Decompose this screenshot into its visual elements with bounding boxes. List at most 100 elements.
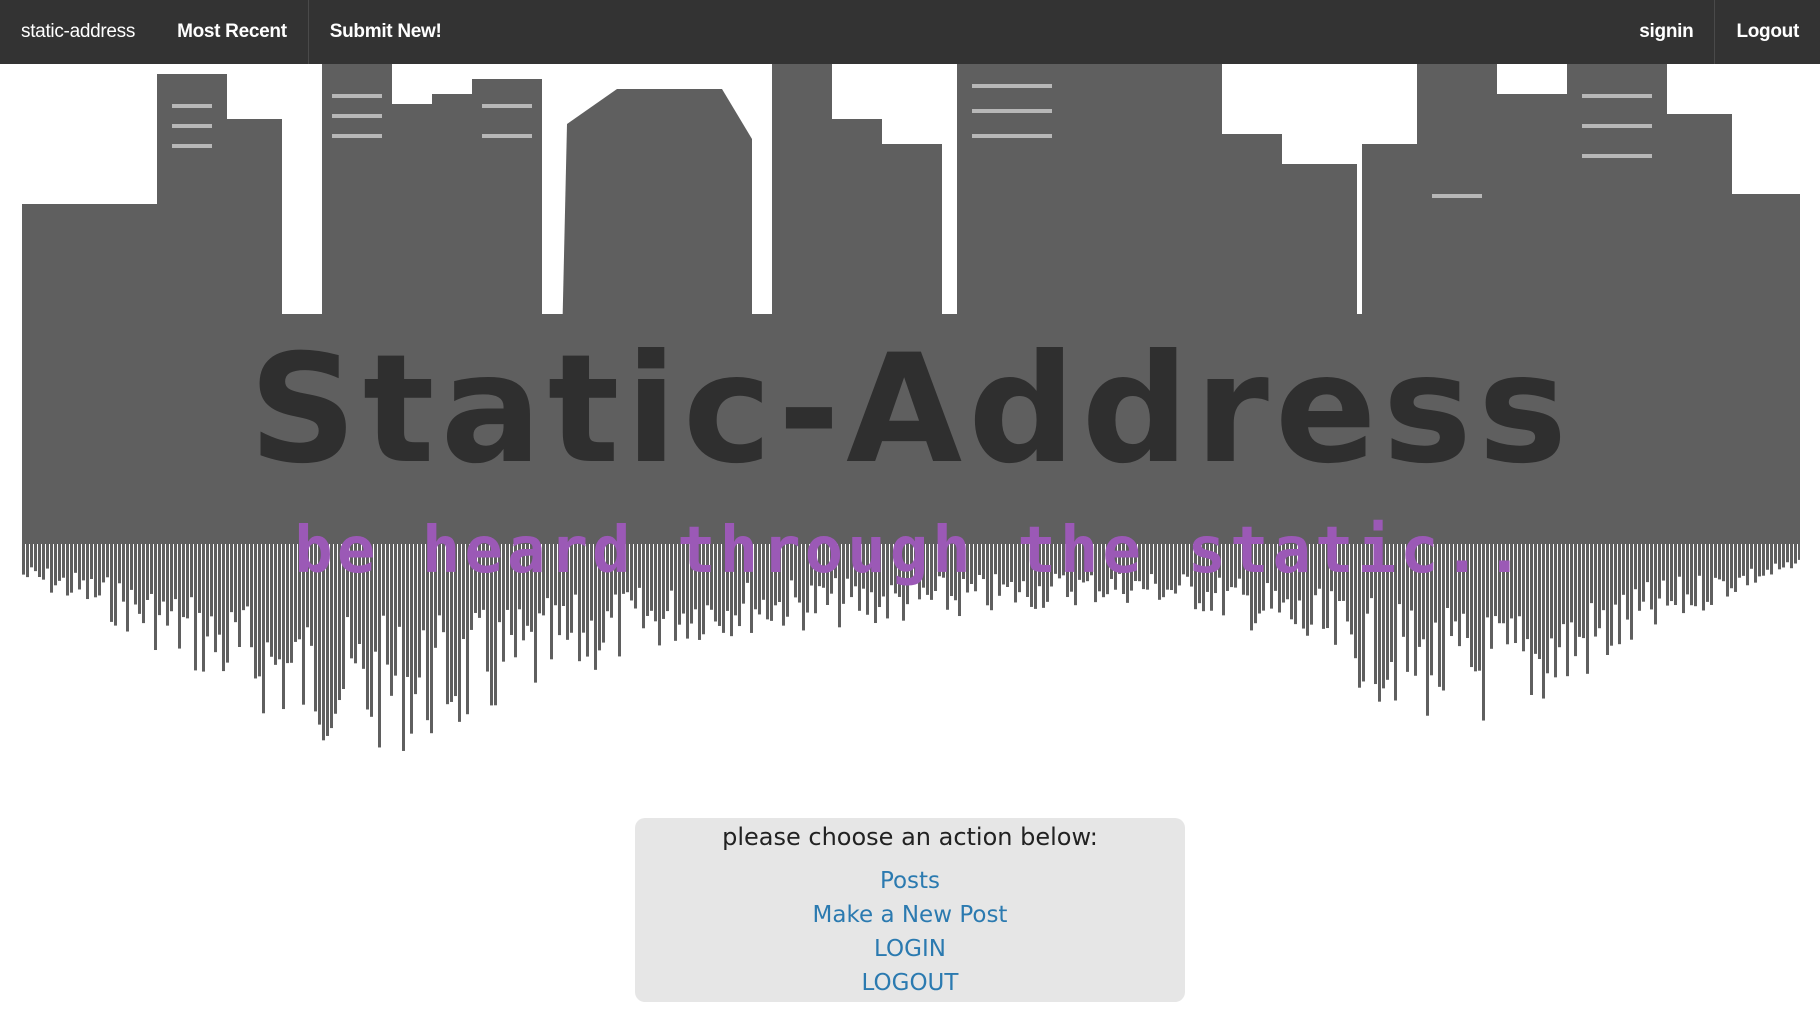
waveform-bar xyxy=(1574,534,1577,657)
waveform-bar xyxy=(1726,534,1729,597)
waveform-bar xyxy=(1590,534,1593,604)
waveform-bar xyxy=(1778,534,1781,570)
waveform-bar xyxy=(254,534,257,679)
waveform-bar xyxy=(90,534,93,580)
action-prompt: please choose an action below: xyxy=(722,823,1098,851)
waveform-bar xyxy=(1798,534,1800,560)
skyline-graphic: Static-Address be heard through the stat… xyxy=(22,64,1800,751)
waveform-bar xyxy=(1554,534,1557,678)
navbar-right: signin Logout xyxy=(1618,0,1820,64)
new-post-link[interactable]: Make a New Post xyxy=(635,898,1185,932)
waveform-bar xyxy=(1714,534,1717,578)
waveform-bar xyxy=(186,534,189,619)
waveform-bar xyxy=(1534,534,1537,654)
waveform-bar xyxy=(1586,534,1589,674)
waveform-bar xyxy=(162,534,165,602)
waveform-bar xyxy=(1618,534,1621,645)
waveform-bar xyxy=(1706,534,1709,602)
nav-logout[interactable]: Logout xyxy=(1715,0,1820,64)
waveform-bar xyxy=(250,534,253,648)
top-navbar: static-address Most Recent Submit New! s… xyxy=(0,0,1820,64)
waveform-bar xyxy=(1566,534,1569,677)
waveform-bar xyxy=(198,534,201,613)
waveform-bar xyxy=(86,534,89,600)
waveform-bar xyxy=(1658,534,1661,599)
waveform-bar xyxy=(78,534,81,590)
brand-link[interactable]: static-address xyxy=(0,0,156,64)
waveform-bar xyxy=(1662,534,1665,581)
waveform-bar xyxy=(46,534,49,569)
waveform-bar xyxy=(1774,534,1777,564)
waveform-bar xyxy=(154,534,157,651)
waveform-bar xyxy=(122,534,125,602)
waveform-bar xyxy=(1626,534,1629,620)
waveform-bar xyxy=(278,534,281,660)
waveform-bar xyxy=(174,534,177,600)
waveform-bar xyxy=(1734,534,1737,592)
nav-submit-new[interactable]: Submit New! xyxy=(307,0,463,64)
waveform-bar xyxy=(1606,534,1609,655)
waveform-bar xyxy=(1742,534,1745,576)
waveform-bar xyxy=(1650,534,1653,610)
waveform-bar xyxy=(1602,534,1605,611)
waveform-bar xyxy=(178,534,181,649)
waveform-bar xyxy=(150,534,153,594)
waveform-bar xyxy=(1654,534,1657,625)
waveform-bar xyxy=(1570,534,1573,623)
waveform-bar xyxy=(1754,534,1757,583)
waveform-bar xyxy=(1614,534,1617,605)
posts-link[interactable]: Posts xyxy=(635,864,1185,898)
waveform-bar xyxy=(274,534,277,665)
waveform-bar xyxy=(1670,534,1673,602)
waveform-bar xyxy=(94,534,97,598)
nav-most-recent[interactable]: Most Recent xyxy=(156,0,308,64)
waveform-bar xyxy=(102,534,105,583)
nav-signin[interactable]: signin xyxy=(1618,0,1716,64)
waveform-bar xyxy=(290,534,293,663)
waveform-bar xyxy=(66,534,69,596)
waveform-bar xyxy=(1758,534,1761,577)
waveform-bar xyxy=(1786,534,1789,563)
waveform-bar xyxy=(26,534,29,578)
waveform-bar xyxy=(114,534,117,626)
waveform-bar xyxy=(1630,534,1633,640)
waveform-bar xyxy=(1694,534,1697,607)
waveform-bar xyxy=(1762,534,1765,576)
waveform-bar xyxy=(38,534,41,578)
waveform-bar xyxy=(142,534,145,624)
waveform-bar xyxy=(286,534,289,664)
waveform-bar xyxy=(1682,534,1685,614)
waveform-bar xyxy=(166,534,169,626)
waveform-bar xyxy=(1610,534,1613,646)
waveform-bar xyxy=(238,534,241,648)
waveform-bar xyxy=(42,534,45,580)
waveform-bar xyxy=(202,534,205,672)
waveform-bar xyxy=(1646,534,1649,583)
waveform-bar xyxy=(1730,534,1733,589)
waveform-bar xyxy=(206,534,209,637)
waveform-bar xyxy=(50,534,53,593)
waveform-bar xyxy=(1542,534,1545,699)
waveform-bar xyxy=(230,534,233,613)
waveform-bar xyxy=(34,534,37,572)
navbar-left: static-address Most Recent Submit New! xyxy=(0,0,463,64)
waveform-bar xyxy=(74,534,77,573)
logout-link[interactable]: LOGOUT xyxy=(635,966,1185,1000)
waveform-bar xyxy=(1702,534,1705,611)
waveform-bar xyxy=(1674,534,1677,606)
waveform-bar xyxy=(1666,534,1669,606)
waveform-bar xyxy=(1622,534,1625,595)
waveform-bar xyxy=(1686,534,1689,595)
waveform-bar xyxy=(1750,534,1753,569)
waveform-bar xyxy=(1718,534,1721,580)
action-panel: please choose an action below: Posts Mak… xyxy=(635,818,1185,1002)
waveform-bar xyxy=(194,534,197,671)
waveform-bar xyxy=(1790,534,1793,569)
login-link[interactable]: LOGIN xyxy=(635,932,1185,966)
waveform-bar xyxy=(1538,534,1541,660)
waveform-bar xyxy=(1550,534,1553,639)
waveform-bar xyxy=(1594,534,1597,637)
waveform-bar xyxy=(70,534,73,593)
waveform-bar xyxy=(1598,534,1601,629)
waveform-bar xyxy=(1782,534,1785,568)
